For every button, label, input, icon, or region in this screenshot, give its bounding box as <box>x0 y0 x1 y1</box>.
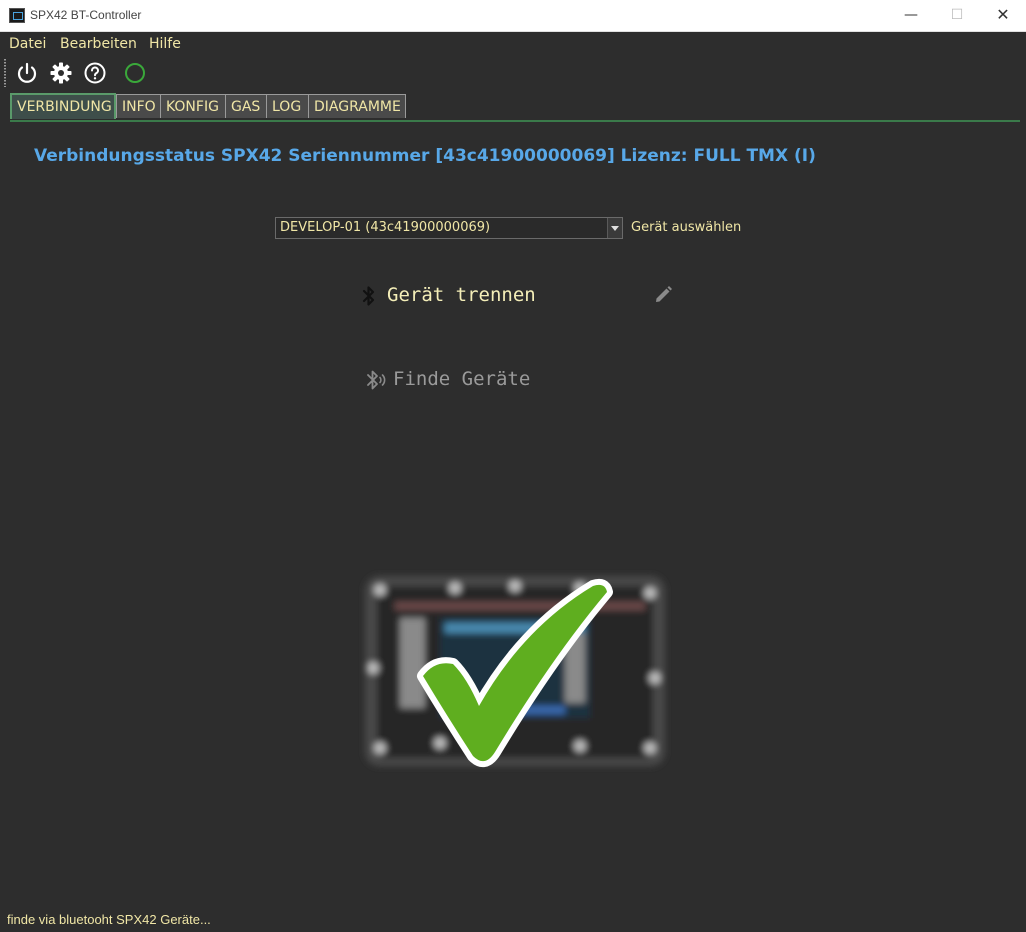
tab-konfig[interactable]: KONFIG <box>160 94 232 118</box>
disconnect-label: Gerät trennen <box>387 284 536 306</box>
maximize-button[interactable]: ☐ <box>934 0 980 31</box>
window-title: SPX42 BT-Controller <box>30 8 142 22</box>
device-select-value: DEVELOP-01 (43c41900000069) <box>280 220 491 235</box>
menu-bar: Datei Bearbeiten Hilfe <box>0 32 1026 56</box>
close-button[interactable]: ✕ <box>980 0 1026 31</box>
pencil-icon[interactable] <box>652 284 674 306</box>
gear-icon[interactable] <box>49 61 73 85</box>
menu-datei[interactable]: Datei <box>9 36 46 52</box>
help-icon[interactable] <box>83 61 107 85</box>
tab-divider <box>10 120 1020 122</box>
tab-label: INFO <box>122 99 156 115</box>
device-select-label: Gerät auswählen <box>631 220 742 235</box>
tab-log[interactable]: LOG <box>266 94 309 118</box>
device-select[interactable]: DEVELOP-01 (43c41900000069) <box>275 217 623 239</box>
bluetooth-icon <box>362 286 375 306</box>
page-title: Verbindungsstatus SPX42 Seriennummer [43… <box>34 146 816 166</box>
menu-hilfe[interactable]: Hilfe <box>149 36 181 52</box>
minimize-button[interactable]: — <box>888 0 934 31</box>
title-bar: SPX42 BT-Controller — ☐ ✕ <box>0 0 1026 32</box>
device-connected-image <box>365 576 665 768</box>
bluetooth-searching-icon <box>367 370 386 390</box>
find-devices-label: Finde Geräte <box>393 368 531 390</box>
tab-label: DIAGRAMME <box>314 99 401 115</box>
tab-label: VERBINDUNG <box>17 99 112 115</box>
tab-label: KONFIG <box>166 99 219 115</box>
connection-status-indicator <box>125 63 145 83</box>
tab-label: LOG <box>272 99 302 115</box>
menu-bearbeiten[interactable]: Bearbeiten <box>60 36 137 52</box>
tab-gas[interactable]: GAS <box>225 94 270 118</box>
toolbar <box>0 57 1026 89</box>
tab-verbindung[interactable]: VERBINDUNG <box>10 93 116 119</box>
tab-diagramme[interactable]: DIAGRAMME <box>308 94 406 118</box>
app-icon <box>9 8 25 23</box>
chevron-down-icon[interactable] <box>607 218 622 238</box>
tab-label: GAS <box>231 99 261 115</box>
toolbar-grip[interactable] <box>4 59 6 87</box>
power-icon[interactable] <box>15 61 39 85</box>
status-bar-text: finde via bluetooht SPX42 Geräte... <box>7 912 211 927</box>
